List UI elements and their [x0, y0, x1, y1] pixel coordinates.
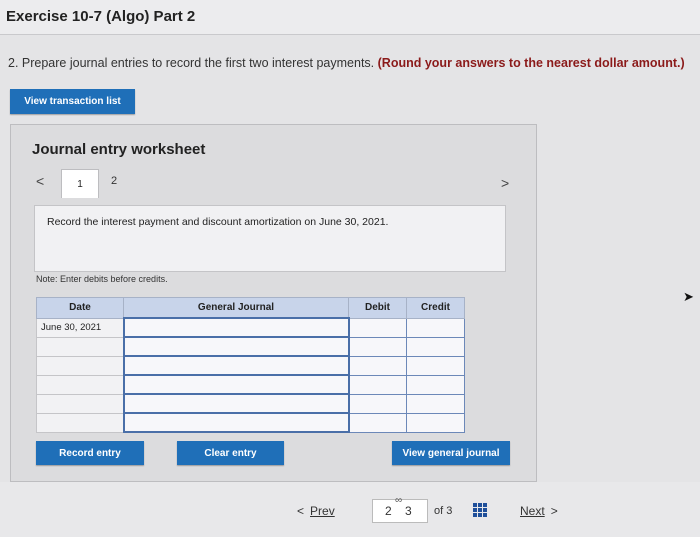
page-number-current: 3 — [405, 504, 412, 518]
general-journal-input[interactable] — [122, 412, 350, 433]
clear-entry-button[interactable]: Clear entry — [177, 441, 284, 465]
debits-note: Note: Enter debits before credits. — [36, 274, 168, 284]
question-prompt: 2. Prepare journal entries to record the… — [8, 56, 375, 70]
date-cell[interactable] — [36, 336, 124, 357]
tab-2[interactable]: 2 — [111, 175, 117, 187]
general-journal-input[interactable] — [122, 336, 350, 357]
debit-input[interactable] — [348, 355, 407, 376]
credit-input[interactable] — [406, 317, 465, 338]
journal-entry-table: Date General Journal Debit Credit June 3… — [36, 297, 465, 433]
debit-input[interactable] — [348, 412, 407, 433]
table-row: June 30, 2021 — [36, 317, 465, 338]
worksheet-title: Journal entry worksheet — [32, 141, 206, 158]
chevron-right-icon[interactable]: > — [501, 175, 509, 191]
next-button[interactable]: Next > — [520, 504, 558, 518]
general-journal-input[interactable] — [122, 374, 350, 395]
prev-button[interactable]: < Prev — [297, 504, 335, 518]
date-cell[interactable] — [36, 412, 124, 433]
page-total: of 3 — [434, 505, 453, 517]
table-row — [36, 393, 465, 414]
entry-description: Record the interest payment and discount… — [47, 216, 389, 228]
credit-input[interactable] — [406, 412, 465, 433]
table-row — [36, 336, 465, 357]
debit-input[interactable] — [348, 374, 407, 395]
table-header-row: Date General Journal Debit Credit — [36, 297, 465, 319]
column-header-general-journal: General Journal — [123, 297, 349, 319]
debit-input[interactable] — [348, 317, 407, 338]
date-cell[interactable] — [36, 355, 124, 376]
column-header-debit: Debit — [348, 297, 407, 319]
mouse-cursor-icon: ➤ — [683, 289, 694, 304]
table-row — [36, 374, 465, 395]
column-header-date: Date — [36, 297, 124, 319]
debit-input[interactable] — [348, 336, 407, 357]
credit-input[interactable] — [406, 374, 465, 395]
page-indicator[interactable]: ∞ 2 3 — [372, 495, 428, 523]
tab-1[interactable]: 1 — [61, 169, 99, 198]
chevron-left-icon[interactable]: < — [36, 173, 44, 189]
prev-label: Prev — [310, 504, 335, 518]
entry-description-box: Record the interest payment and discount… — [34, 205, 506, 272]
footer-bar — [0, 482, 700, 537]
general-journal-input[interactable] — [122, 317, 350, 338]
link-icon: ∞ — [395, 495, 403, 506]
chevron-left-icon: < — [297, 504, 305, 518]
date-cell[interactable]: June 30, 2021 — [36, 317, 124, 338]
credit-input[interactable] — [406, 393, 465, 414]
grid-menu-icon[interactable] — [473, 503, 487, 517]
table-row — [36, 412, 465, 433]
date-cell[interactable] — [36, 374, 124, 395]
chevron-right-icon: > — [550, 504, 558, 518]
table-row — [36, 355, 465, 376]
journal-entry-worksheet: Journal entry worksheet < 1 2 > Record t… — [10, 124, 537, 482]
column-header-credit: Credit — [406, 297, 465, 319]
date-cell[interactable] — [36, 393, 124, 414]
record-entry-button[interactable]: Record entry — [36, 441, 144, 465]
credit-input[interactable] — [406, 355, 465, 376]
credit-input[interactable] — [406, 336, 465, 357]
general-journal-input[interactable] — [122, 355, 350, 376]
debit-input[interactable] — [348, 393, 407, 414]
question-emphasis: (Round your answers to the nearest dolla… — [377, 56, 685, 70]
view-general-journal-button[interactable]: View general journal — [392, 441, 510, 465]
general-journal-input[interactable] — [122, 393, 350, 414]
top-bar: Exercise 10-7 (Algo) Part 2 — [0, 0, 700, 35]
next-label: Next — [520, 504, 545, 518]
page-title: Exercise 10-7 (Algo) Part 2 — [6, 8, 196, 25]
view-transaction-list-button[interactable]: View transaction list — [10, 89, 135, 114]
page-number-previous[interactable]: 2 — [385, 504, 392, 518]
question-text: 2. Prepare journal entries to record the… — [8, 56, 685, 70]
